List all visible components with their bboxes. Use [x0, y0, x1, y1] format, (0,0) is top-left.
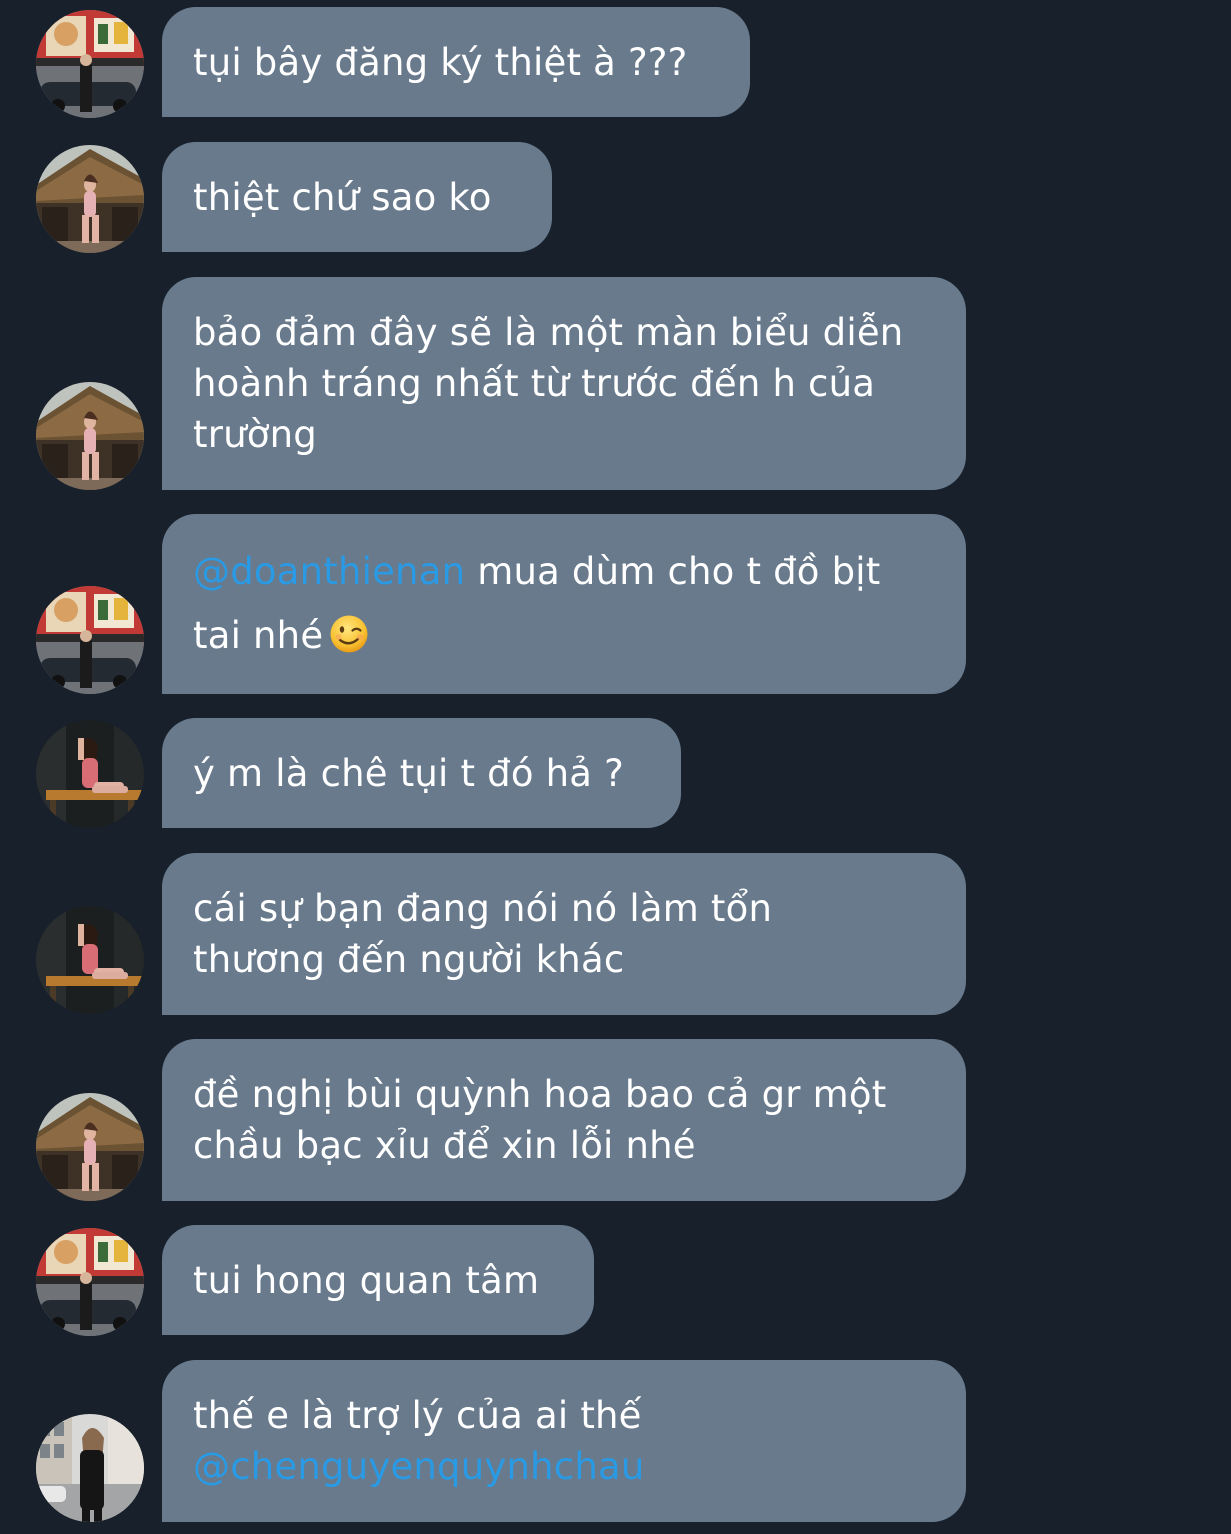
avatar-hut-pink-image	[36, 145, 144, 253]
avatar-dark-plaid-image	[36, 906, 144, 1014]
user-avatar[interactable]	[36, 10, 144, 118]
winking-face-emoji-icon	[329, 614, 369, 654]
message-bubble[interactable]: tui hong quan tâm	[162, 1225, 594, 1335]
avatar-city-black-image	[36, 1414, 144, 1522]
user-avatar[interactable]	[36, 1228, 144, 1336]
message-text-line-2: thương đến người khác	[193, 938, 625, 981]
user-avatar[interactable]	[36, 382, 144, 490]
message-bubble[interactable]: thế e là trợ lý của ai thế @chenguyenquy…	[162, 1360, 966, 1522]
message-text-line-2: chầu bạc xỉu để xin lỗi nhé	[193, 1124, 696, 1167]
user-avatar[interactable]	[36, 586, 144, 694]
mention-link[interactable]: @doanthienan	[193, 550, 465, 593]
message-text-line-3: trường	[193, 413, 317, 456]
user-avatar[interactable]	[36, 1093, 144, 1201]
avatar-street-poster-image	[36, 586, 144, 694]
message-bubble[interactable]: cái sự bạn đang nói nó làm tổn thương đế…	[162, 853, 966, 1015]
message-text-line-1: đề nghị bùi quỳnh hoa bao cả gr một	[193, 1073, 887, 1116]
message-bubble[interactable]: thiệt chứ sao ko	[162, 142, 552, 252]
message-text: tui hong quan tâm	[193, 1258, 540, 1302]
message-text: mua dùm cho t đồ bịt	[465, 550, 881, 593]
avatar-street-poster-image	[36, 10, 144, 118]
message-text-line-1: bảo đảm đây sẽ là một màn biểu diễn	[193, 311, 904, 354]
avatar-dark-plaid-image	[36, 720, 144, 828]
message-text-line-1: @doanthienan mua dùm cho t đồ bịt	[193, 540, 936, 604]
message-text: ý m là chê tụi t đó hả ?	[193, 751, 624, 795]
user-avatar[interactable]	[36, 145, 144, 253]
message-text: thiệt chứ sao ko	[193, 175, 492, 219]
user-avatar[interactable]	[36, 720, 144, 828]
user-avatar[interactable]	[36, 906, 144, 1014]
message-text-line-1: thế e là trợ lý của ai thế	[193, 1394, 642, 1437]
avatar-hut-pink-image	[36, 1093, 144, 1201]
mention-link[interactable]: @chenguyenquynhchau	[193, 1441, 936, 1492]
message-bubble[interactable]: @doanthienan mua dùm cho t đồ bịt tai nh…	[162, 514, 966, 694]
message-text-line-2: tai nhé	[193, 604, 936, 668]
message-bubble[interactable]: ý m là chê tụi t đó hả ?	[162, 718, 681, 828]
message-bubble[interactable]: đề nghị bùi quỳnh hoa bao cả gr một chầu…	[162, 1039, 966, 1201]
message-bubble[interactable]: bảo đảm đây sẽ là một màn biểu diễn hoàn…	[162, 277, 966, 490]
avatar-hut-pink-image	[36, 382, 144, 490]
message-text-line-2: hoành tráng nhất từ trước đến h của	[193, 362, 876, 405]
message-text: tụi bây đăng ký thiệt à ???	[193, 40, 688, 84]
user-avatar[interactable]	[36, 1414, 144, 1522]
avatar-street-poster-image	[36, 1228, 144, 1336]
message-bubble[interactable]: tụi bây đăng ký thiệt à ???	[162, 7, 750, 117]
message-text-line-1: cái sự bạn đang nói nó làm tổn	[193, 887, 773, 930]
message-list[interactable]: tụi bây đăng ký thiệt à ??? thiệt chứ sa…	[0, 0, 1231, 1534]
message-text: tai nhé	[193, 614, 324, 657]
